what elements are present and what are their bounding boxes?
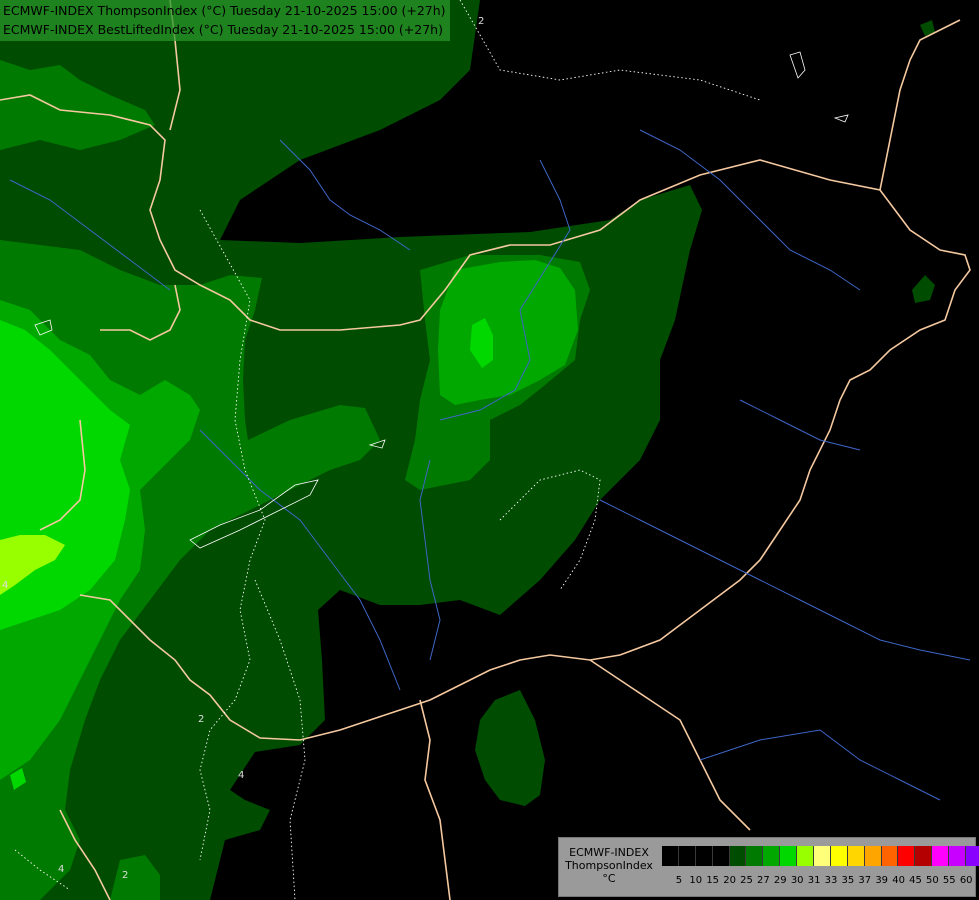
legend-swatch xyxy=(966,846,979,866)
contour-label: 2 xyxy=(122,870,128,881)
color-legend: ECMWF-INDEX ThompsonIndex °C 5 10 15 20 25 27… xyxy=(558,837,979,897)
legend-title-line: ECMWF-INDEX xyxy=(569,846,649,859)
legend-swatch xyxy=(695,846,713,866)
legend-title-line: ThompsonIndex xyxy=(565,859,653,872)
contour-label: 4 xyxy=(2,580,8,591)
legend-tick-label: 39 xyxy=(875,875,889,886)
legend-swatch xyxy=(797,846,815,866)
legend-swatch xyxy=(898,846,916,866)
legend-tick-label: 20 xyxy=(723,875,736,886)
legend-swatch xyxy=(662,846,679,866)
weather-map: 2 4 4 2 4 2 4 xyxy=(0,0,979,900)
legend-tick-label: 31 xyxy=(807,875,821,886)
legend-swatch xyxy=(915,846,933,866)
legend-swatch xyxy=(949,846,967,866)
legend-tick-label: 29 xyxy=(773,875,787,886)
legend-ticks: 5 10 15 20 25 27 29 30 31 33 35 37 39 40 45 50 55 60 xyxy=(662,875,974,889)
legend-swatch xyxy=(932,846,950,866)
legend-tick-label: 40 xyxy=(892,875,905,886)
legend-swatch xyxy=(746,846,764,866)
contour-label: 2 xyxy=(198,714,204,725)
legend-tick-label: 45 xyxy=(909,875,922,886)
legend-tick-label: 5 xyxy=(675,875,683,886)
legend-swatch xyxy=(678,846,696,866)
legend-tick-label: 35 xyxy=(841,875,855,886)
legend-tick-label: 50 xyxy=(926,875,939,886)
header-line-bestlifted: ECMWF-INDEX BestLiftedIndex (°C) Tuesday… xyxy=(3,22,443,37)
legend-tick-label: 60 xyxy=(959,875,973,886)
header-line-thompson: ECMWF-INDEX ThompsonIndex (°C) Tuesday 2… xyxy=(3,3,446,18)
legend-title: ECMWF-INDEX ThompsonIndex °C xyxy=(561,846,657,885)
legend-swatch xyxy=(763,846,781,866)
legend-swatch xyxy=(830,846,848,866)
legend-tick-label: 25 xyxy=(740,875,753,886)
legend-swatches xyxy=(662,846,979,866)
legend-tick-label: 27 xyxy=(757,875,770,886)
legend-swatch xyxy=(864,846,882,866)
legend-tick-label: 15 xyxy=(706,875,720,886)
legend-tick-label: 10 xyxy=(689,875,703,886)
legend-swatch xyxy=(881,846,899,866)
legend-tick-label: 33 xyxy=(824,875,838,886)
contour-label: 2 xyxy=(478,16,484,27)
legend-tick-label: 55 xyxy=(942,875,956,886)
contour-label: 4 xyxy=(238,770,244,781)
legend-tick-label: 37 xyxy=(858,875,872,886)
legend-swatch xyxy=(729,846,747,866)
legend-title-line: °C xyxy=(602,872,616,885)
legend-swatch xyxy=(780,846,798,866)
legend-swatch xyxy=(712,846,730,866)
map-header: ECMWF-INDEX ThompsonIndex (°C) Tuesday 2… xyxy=(0,0,450,41)
legend-swatch xyxy=(847,846,865,866)
legend-tick-label: 30 xyxy=(790,875,804,886)
contour-label: 4 xyxy=(58,864,64,875)
legend-swatch xyxy=(814,846,831,866)
